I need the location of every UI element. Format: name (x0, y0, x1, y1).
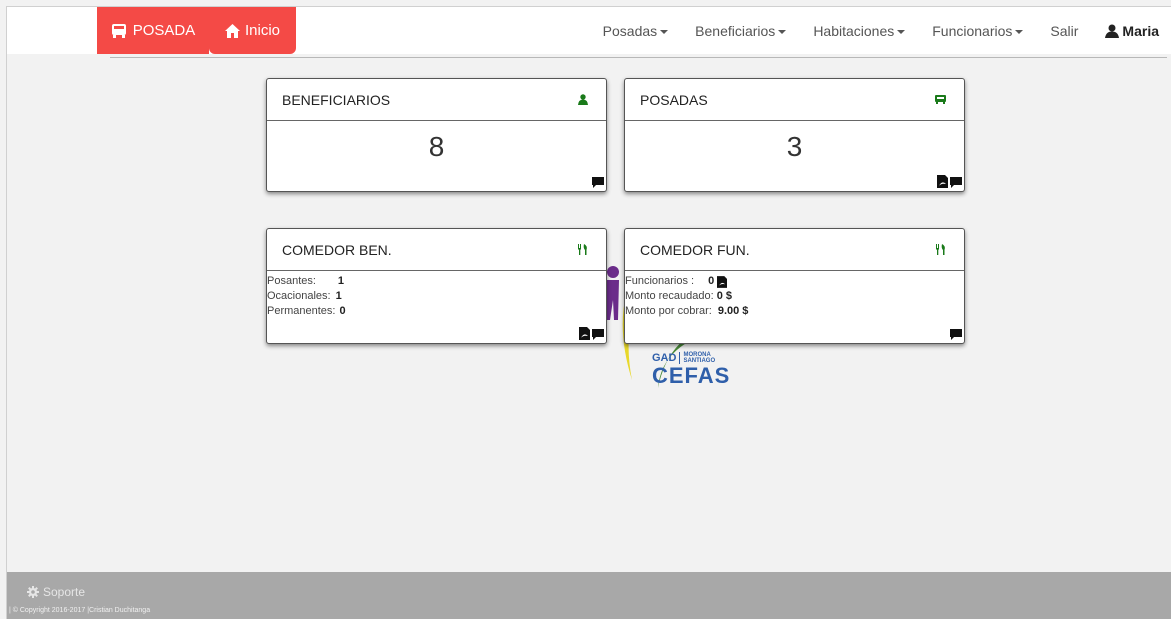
pdf-file-icon[interactable] (937, 175, 948, 188)
user-icon (578, 94, 588, 105)
home-icon (224, 23, 240, 38)
list-item: Posantes: 1 (267, 274, 606, 289)
support-label: Soporte (43, 585, 86, 599)
support-link[interactable]: Soporte (27, 585, 85, 599)
row-label: Posantes: (267, 275, 316, 287)
home-button[interactable]: Inicio (209, 7, 296, 54)
user-name: Maria (1122, 22, 1159, 39)
menu-habitaciones[interactable]: Habitaciones (813, 22, 906, 39)
cutlery-icon (578, 244, 587, 255)
row-label: Monto por cobrar: (625, 305, 712, 317)
beneficiarios-panel: BENEFICIARIOS 8 (266, 78, 607, 192)
nav-menu: Posadas Beneficiarios Habitaciones Funci… (576, 7, 1159, 54)
user-icon (1105, 24, 1120, 38)
row-label: Ocacionales: (267, 290, 331, 302)
panel-header: BENEFICIARIOS (267, 79, 606, 121)
copyright-text: | © Copyright 2016-2017 |Cristian Duchit… (9, 607, 151, 614)
logout-label: Salir (1050, 22, 1079, 39)
list-item: Monto por cobrar: 9.00 $ (625, 304, 964, 319)
row-value: 1 (335, 290, 342, 302)
comedor-fun-stats: Funcionarios : 0 Monto recaudado: 0 $ Mon… (625, 271, 964, 319)
menu-funcionarios[interactable]: Funcionarios (932, 22, 1024, 39)
list-item: Ocacionales: 1 (267, 289, 606, 304)
pdf-file-icon[interactable] (717, 275, 728, 288)
menu-posadas[interactable]: Posadas (602, 22, 669, 39)
row-label: Monto recaudado: (625, 290, 714, 302)
row-value: 0 (339, 305, 346, 317)
home-label: Inicio (244, 22, 281, 39)
caret-down-icon (1015, 29, 1024, 34)
logout-link[interactable]: Salir (1050, 23, 1078, 39)
panel-title: COMEDOR FUN. (640, 241, 750, 258)
row-value: 9.00 $ (717, 305, 749, 317)
row-label: Funcionarios : (625, 275, 695, 287)
menu-posadas-label: Posadas (602, 22, 658, 39)
row-value: 0 (708, 275, 715, 287)
brand-button[interactable]: POSADA (97, 7, 209, 54)
list-item: Permanentes: 0 (267, 304, 606, 319)
cefas-logo-text: GAD MORONA SANTIAGO CEFAS (652, 352, 731, 388)
header-divider (110, 57, 1167, 58)
row-value: 1 (337, 275, 345, 287)
comment-icon[interactable] (950, 329, 962, 340)
gear-icon (27, 586, 39, 598)
menu-beneficiarios[interactable]: Beneficiarios (695, 22, 787, 39)
list-item: Monto recaudado: 0 $ (625, 289, 964, 304)
row-value: 0 $ (716, 290, 733, 302)
row-label: Permanentes: (267, 305, 336, 317)
beneficiarios-count: 8 (428, 131, 445, 162)
comedor-fun-panel: COMEDOR FUN. Funcionarios : 0 Monto recau… (624, 228, 965, 344)
posadas-panel: POSADAS 3 (624, 78, 965, 192)
pdf-file-icon[interactable] (579, 327, 590, 340)
panel-header: COMEDOR FUN. (625, 229, 964, 271)
menu-habitaciones-label: Habitaciones (813, 22, 895, 39)
panel-header: COMEDOR BEN. (267, 229, 606, 271)
comedor-ben-stats: Posantes: 1 Ocacionales: 1 Permanentes: 0 (267, 271, 606, 319)
panel-title: COMEDOR BEN. (282, 241, 392, 258)
panel-title: BENEFICIARIOS (282, 91, 391, 108)
panel-title: POSADAS (640, 91, 708, 108)
caret-down-icon (897, 29, 906, 34)
panel-header: POSADAS (625, 79, 964, 121)
caret-down-icon (660, 29, 669, 34)
bus-icon (111, 23, 126, 38)
comment-icon[interactable] (592, 329, 604, 340)
comment-icon[interactable] (950, 177, 962, 188)
menu-funcionarios-label: Funcionarios (932, 22, 1013, 39)
comedor-ben-panel: COMEDOR BEN. Posantes: 1 Ocacionales: 1 Pe… (266, 228, 607, 344)
cutlery-icon (936, 244, 945, 255)
caret-down-icon (778, 29, 787, 34)
brand-label: POSADA (132, 22, 196, 39)
list-item: Funcionarios : 0 (625, 274, 964, 289)
posadas-count: 3 (786, 131, 803, 162)
navbar: POSADA Inicio Posadas Beneficiarios Habi… (7, 7, 1171, 54)
bus-icon (935, 95, 946, 104)
comment-icon[interactable] (592, 177, 604, 188)
footer: Soporte | © Copyright 2016-2017 |Cristia… (7, 572, 1171, 619)
user-menu[interactable]: Maria (1105, 23, 1159, 39)
menu-beneficiarios-label: Beneficiarios (695, 22, 776, 39)
logo-cefas: CEFAS (652, 363, 731, 388)
